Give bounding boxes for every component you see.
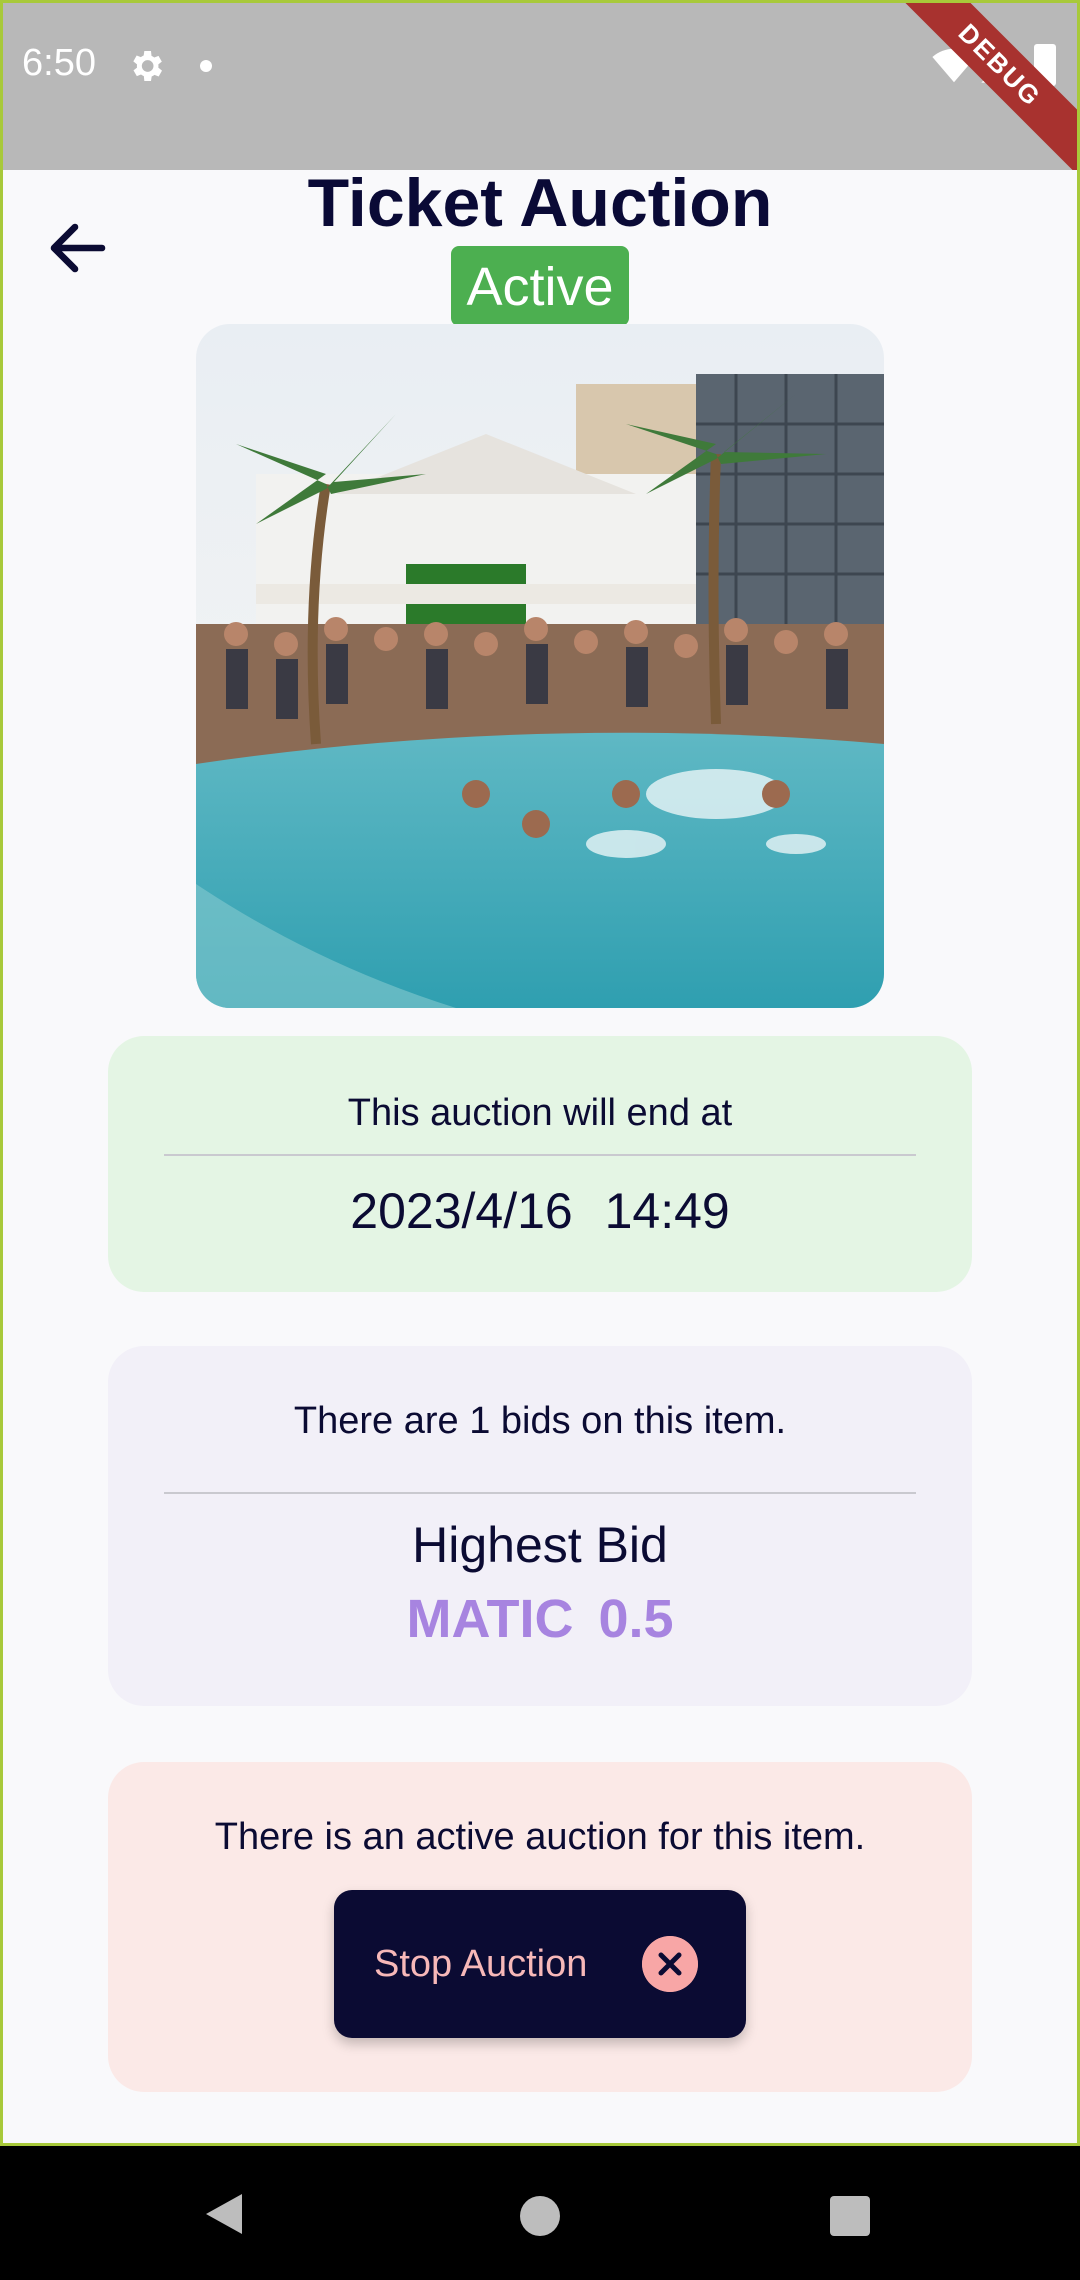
nav-recents-icon[interactable]	[830, 2196, 870, 2236]
divider	[164, 1154, 916, 1156]
highest-bid-value: MATIC 0.5	[406, 1589, 674, 1649]
nav-home-icon[interactable]	[520, 2196, 560, 2236]
stop-auction-button[interactable]: Stop Auction	[334, 1890, 746, 2038]
active-auction-card: There is an active auction for this item…	[108, 1762, 972, 2092]
auction-end-label: This auction will end at	[347, 1092, 733, 1134]
status-badge: Active	[451, 246, 629, 326]
active-auction-text: There is an active auction for this item…	[214, 1816, 866, 1858]
highest-bid-title: Highest Bid	[412, 1517, 668, 1573]
auction-end-card: This auction will end at 2023/4/16 14:49	[108, 1036, 972, 1292]
pool-party-illustration	[196, 324, 884, 1008]
bid-count-text: There are 1 bids on this item.	[293, 1400, 787, 1442]
stop-auction-label: Stop Auction	[374, 1942, 588, 1985]
gear-icon	[133, 51, 162, 81]
close-circle-icon	[642, 1936, 698, 1992]
auction-end-datetime: 2023/4/16 14:49	[350, 1183, 730, 1239]
system-nav-bar	[0, 2146, 1080, 2280]
notification-dot-icon	[200, 60, 212, 72]
highest-bid-card: There are 1 bids on this item. Highest B…	[108, 1346, 972, 1706]
divider	[164, 1492, 916, 1494]
event-image	[196, 324, 884, 1008]
page-title: Ticket Auction	[307, 165, 773, 241]
nav-back-icon[interactable]	[204, 2192, 244, 2236]
status-time: 6:50	[22, 42, 96, 84]
status-bar: 6:50 DEBUG	[0, 0, 1080, 170]
